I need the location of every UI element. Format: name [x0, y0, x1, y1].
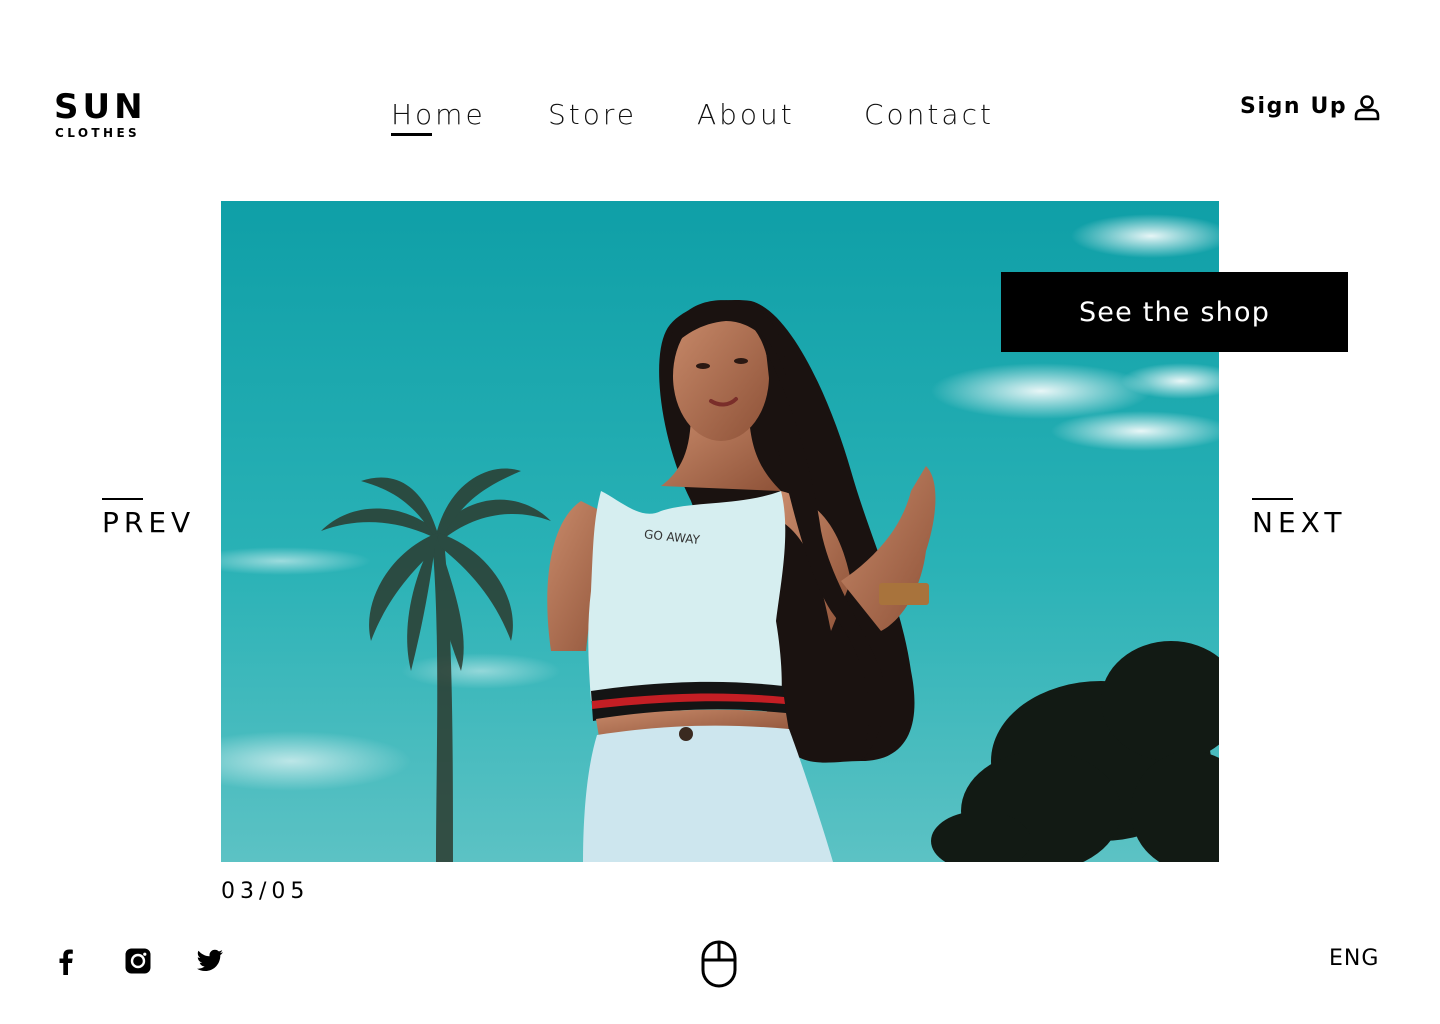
nav-item-about[interactable]: About	[697, 96, 795, 134]
nav-item-store[interactable]: Store	[548, 96, 637, 134]
mouse-icon	[701, 940, 737, 988]
nav-item-home[interactable]: Home	[391, 96, 486, 134]
nav-active-indicator	[391, 133, 432, 136]
next-button[interactable]: NEXT	[1252, 505, 1346, 541]
prev-line	[102, 498, 143, 500]
next-line	[1252, 498, 1293, 500]
instagram-icon[interactable]	[124, 947, 152, 975]
brand-logo-name[interactable]: SUN	[54, 88, 147, 126]
prev-button[interactable]: PREV	[102, 505, 195, 541]
brand-logo-tagline: CLOTHES	[55, 126, 141, 140]
nav-item-contact[interactable]: Contact	[864, 96, 994, 134]
twitter-icon[interactable]	[196, 946, 224, 974]
signup-link[interactable]: Sign Up	[1240, 91, 1347, 123]
facebook-icon[interactable]	[52, 947, 80, 975]
see-shop-button[interactable]: See the shop	[1001, 272, 1348, 352]
user-icon[interactable]	[1353, 93, 1381, 121]
language-selector[interactable]: ENG	[1329, 944, 1379, 974]
slide-counter: 03/05	[221, 879, 310, 904]
